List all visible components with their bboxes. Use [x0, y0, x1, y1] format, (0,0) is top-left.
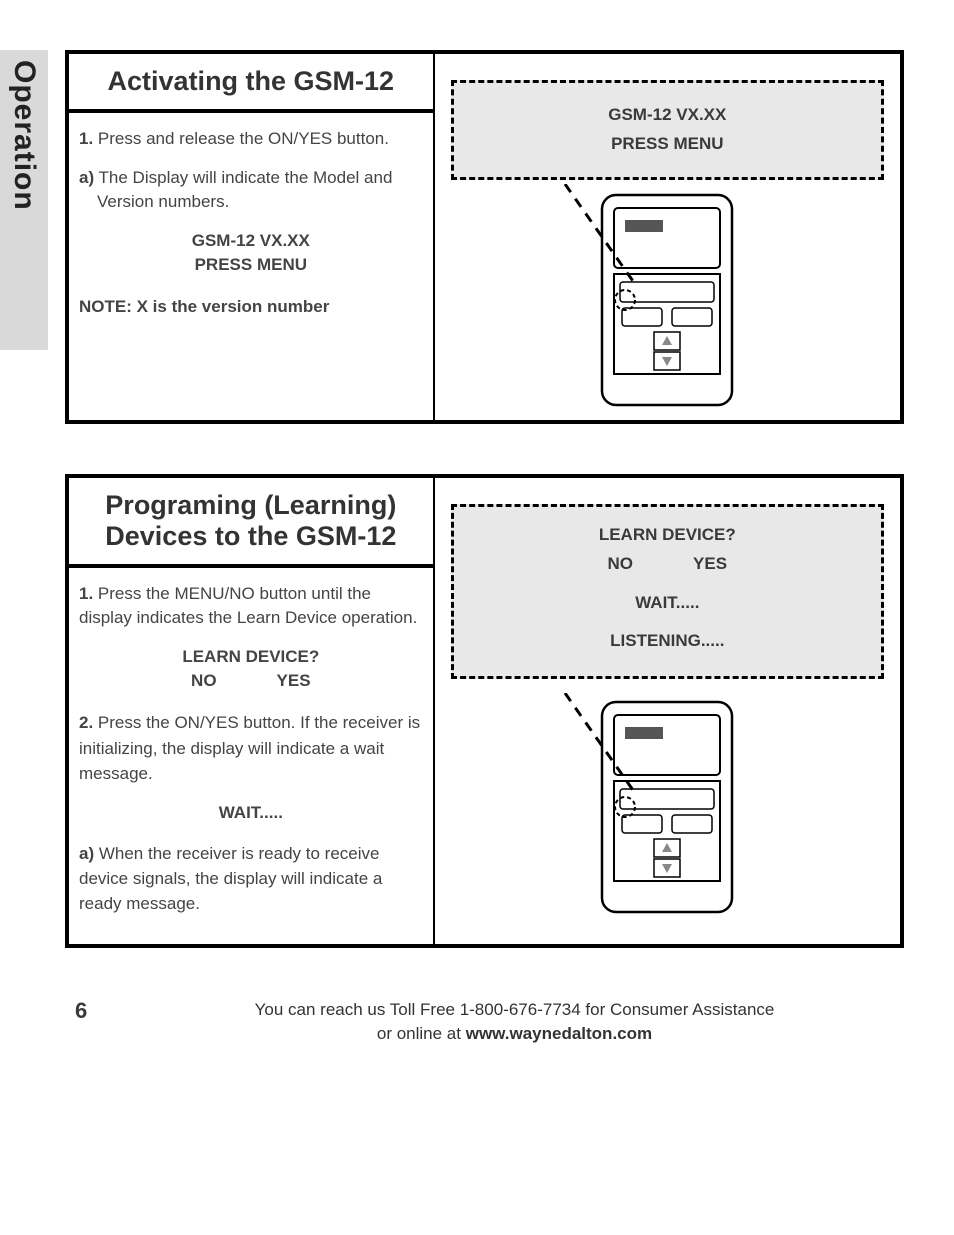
body-text: 1. Press and release the ON/YES button. … — [69, 113, 433, 333]
step-text: Press the ON/YES button. If the receiver… — [93, 713, 420, 732]
callout-line2: PRESS MENU — [464, 130, 871, 159]
lcd-wait: WAIT..... — [79, 801, 423, 825]
sub-label: a) — [79, 168, 94, 187]
lcd-no-yes: NO YES — [191, 669, 311, 693]
step-1: 1. Press the MENU/NO button until the di… — [79, 582, 423, 631]
display-callout: GSM-12 VX.XX PRESS MENU — [451, 80, 884, 180]
step-text: Press and release the ON/YES button. — [93, 129, 389, 148]
lcd-text-block: LEARN DEVICE? NO YES — [79, 645, 423, 693]
sub-text-line2: Version numbers. — [79, 190, 423, 215]
callout-no-yes: NO YES — [608, 550, 728, 579]
device-illustration — [445, 697, 890, 917]
page-number: 6 — [65, 998, 125, 1024]
display-callout: LEARN DEVICE? NO YES WAIT..... LISTENING.… — [451, 504, 884, 680]
page-footer: 6 You can reach us Toll Free 1-800-676-7… — [65, 998, 904, 1046]
lcd-text-block: GSM-12 VX.XX PRESS MENU — [79, 229, 423, 277]
lcd-line1: GSM-12 VX.XX — [79, 229, 423, 253]
callout-line1: LEARN DEVICE? — [464, 521, 871, 550]
step-1: 1. Press and release the ON/YES button. — [79, 127, 423, 152]
step-number: 1. — [79, 584, 93, 603]
sub-a: a) The Display will indicate the Model a… — [79, 166, 423, 215]
lcd-no: NO — [191, 671, 217, 690]
side-tab: Operation — [0, 50, 48, 350]
step-number: 1. — [79, 129, 93, 148]
footer-line2-pre: or online at — [377, 1024, 466, 1043]
side-tab-label: Operation — [7, 60, 41, 211]
lcd-line2: PRESS MENU — [79, 253, 423, 277]
section-activating: Activating the GSM-12 1. Press and relea… — [65, 50, 904, 424]
step-2: 2. Press the ON/YES button. If the recei… — [79, 711, 423, 736]
step-number: 2. — [79, 713, 93, 732]
footer-url: www.waynedalton.com — [466, 1024, 652, 1043]
right-column: LEARN DEVICE? NO YES WAIT..... LISTENING.… — [435, 478, 900, 945]
body-text: 1. Press the MENU/NO button until the di… — [69, 568, 433, 945]
section-title: Programing (Learning) Devices to the GSM… — [87, 490, 415, 552]
callout-line1: GSM-12 VX.XX — [464, 101, 871, 130]
callout-yes: YES — [693, 554, 727, 573]
right-column: GSM-12 VX.XX PRESS MENU — [435, 54, 900, 420]
title-line1: Programing (Learning) — [105, 490, 396, 520]
section-programming: Programing (Learning) Devices to the GSM… — [65, 474, 904, 949]
leader-line — [555, 184, 645, 294]
callout-no: NO — [608, 554, 634, 573]
title-line2: Devices to the GSM-12 — [105, 521, 396, 551]
callout-listening: LISTENING..... — [464, 627, 871, 656]
step-text-cont: initializing, the display will indicate … — [79, 737, 423, 786]
lcd-line1: LEARN DEVICE? — [79, 645, 423, 669]
device-illustration — [445, 190, 890, 410]
footer-line1: You can reach us Toll Free 1-800-676-773… — [255, 1000, 775, 1019]
note: NOTE: X is the version number — [79, 295, 423, 320]
section-title: Activating the GSM-12 — [87, 66, 415, 97]
leader-line — [555, 693, 645, 803]
footer-text: You can reach us Toll Free 1-800-676-773… — [125, 998, 904, 1046]
left-column: Programing (Learning) Devices to the GSM… — [69, 478, 435, 945]
title-box: Programing (Learning) Devices to the GSM… — [69, 478, 433, 568]
sub-text: The Display will indicate the Model and — [94, 168, 392, 187]
lcd-yes: YES — [277, 671, 311, 690]
title-box: Activating the GSM-12 — [69, 54, 433, 113]
callout-wait: WAIT..... — [464, 589, 871, 618]
sub-text: When the receiver is ready to receive de… — [79, 844, 382, 912]
step-text: Press the MENU/NO button until the displ… — [79, 584, 417, 628]
sub-label: a) — [79, 844, 94, 863]
left-column: Activating the GSM-12 1. Press and relea… — [69, 54, 435, 420]
sub-a: a) When the receiver is ready to receive… — [79, 842, 423, 916]
